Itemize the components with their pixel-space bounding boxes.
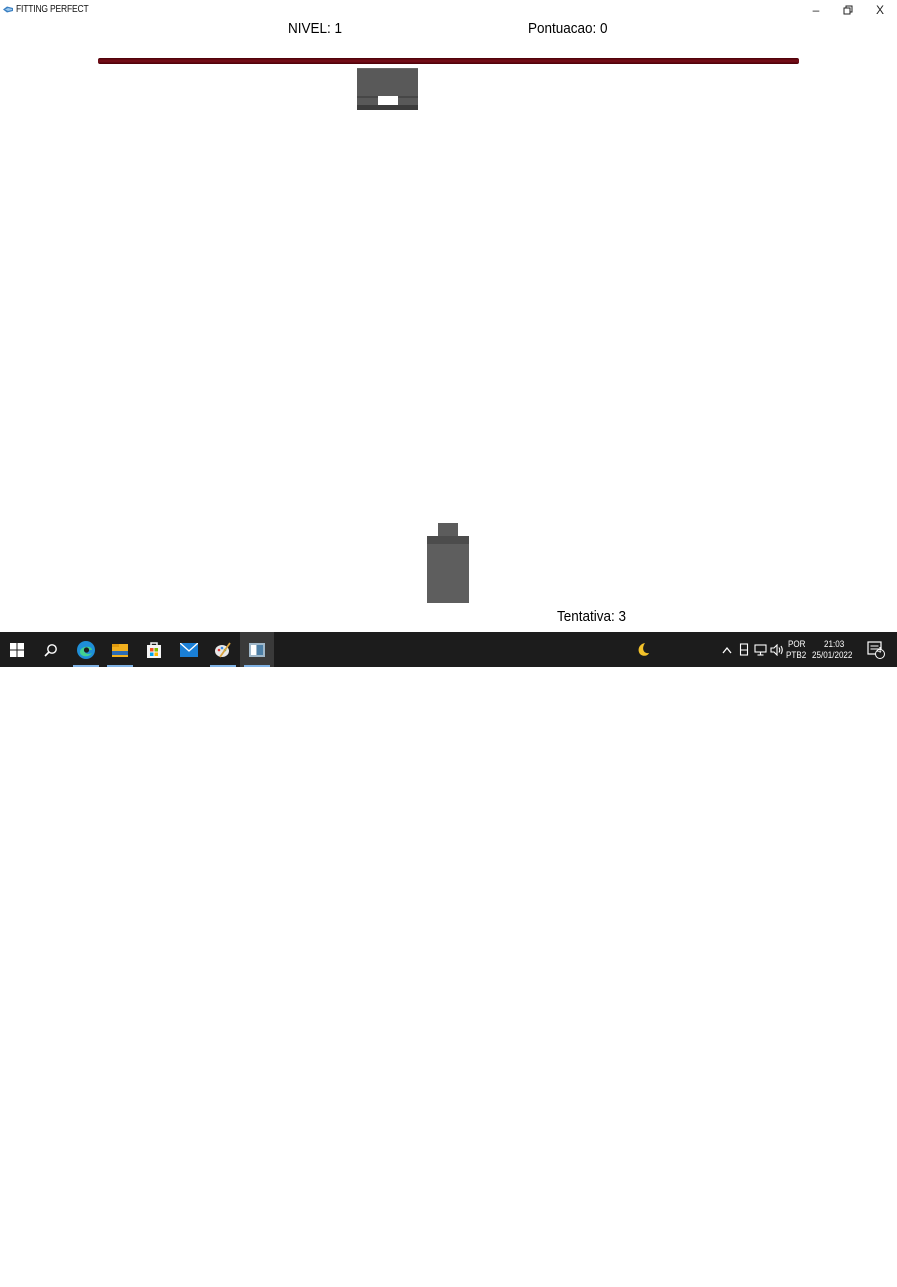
weather-text[interactable]: 28°C Limpo xyxy=(656,1275,705,1287)
game-canvas xyxy=(357,68,469,603)
mail-icon xyxy=(180,642,198,657)
notification-count: 4 xyxy=(877,646,882,655)
window-app-icon xyxy=(249,642,265,657)
player-piece-body xyxy=(427,536,469,603)
taskbar-app-store[interactable] xyxy=(137,632,171,667)
search-icon xyxy=(44,643,57,657)
windows-icon xyxy=(10,642,24,657)
moon-icon xyxy=(638,642,649,656)
falling-block[interactable] xyxy=(357,68,418,110)
taskbar-app-mail[interactable] xyxy=(172,632,206,667)
language-indicator[interactable]: POR PTB2 xyxy=(786,632,810,667)
paint-icon xyxy=(215,641,231,658)
clock-date: 25/01/2022 xyxy=(812,649,853,661)
taskbar-app-game[interactable] xyxy=(240,632,274,667)
taskbar-app-edge[interactable] xyxy=(69,632,103,667)
block-notch xyxy=(378,96,398,105)
network-icon xyxy=(753,643,767,656)
game-window: FITTING PERFECT – X NIVEL: 1 Pontuacao: … xyxy=(0,0,897,632)
clock[interactable]: 21:03 25/01/2022 xyxy=(811,632,861,667)
language-top: POR xyxy=(787,638,806,650)
taskbar-app-explorer[interactable] xyxy=(103,632,137,667)
network-button[interactable] xyxy=(752,632,768,667)
folder-icon xyxy=(112,643,128,657)
taskbar: 28°C Limpo POR PTB2 21:03 25/01/2022 4 xyxy=(0,632,897,1287)
chevron-up-icon xyxy=(722,646,732,653)
clock-time: 21:03 xyxy=(824,638,845,650)
player-piece-top xyxy=(438,523,458,537)
edge-icon xyxy=(77,640,95,659)
notification-center-button[interactable]: 4 xyxy=(864,632,888,667)
store-icon xyxy=(147,641,161,658)
taskbar-app-paint[interactable] xyxy=(206,632,240,667)
notification-icon xyxy=(867,640,885,659)
volume-button[interactable] xyxy=(768,632,786,667)
speaker-icon xyxy=(770,643,783,656)
tray-overflow-button[interactable] xyxy=(719,632,735,667)
search-button[interactable] xyxy=(34,632,68,667)
device-icon xyxy=(739,643,749,656)
start-button[interactable] xyxy=(0,632,34,667)
player-piece[interactable] xyxy=(427,523,469,603)
language-bottom: PTB2 xyxy=(786,649,807,661)
weather-widget[interactable] xyxy=(632,632,654,667)
attempts-indicator: Tentativa: 3 xyxy=(557,608,627,625)
tray-device-button[interactable] xyxy=(736,632,752,667)
